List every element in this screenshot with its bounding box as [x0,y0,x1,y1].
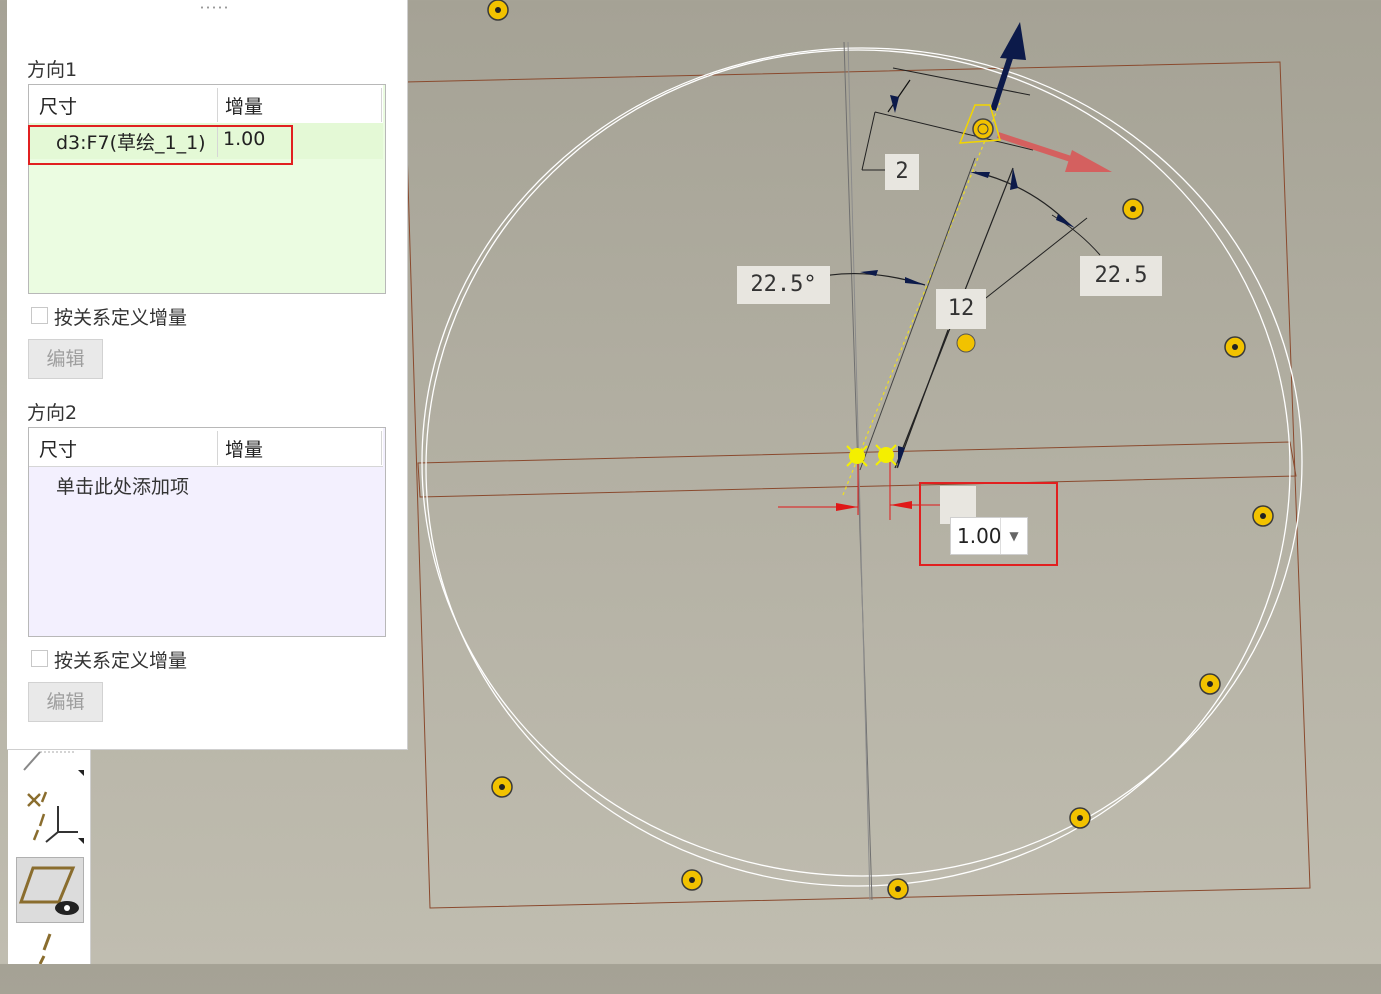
direction1-title: 方向1 [27,59,78,81]
col-increment-header[interactable]: 增量 [225,435,263,462]
axis-tool-button[interactable] [16,928,84,994]
sketch-point[interactable] [956,333,976,353]
direction2-relation-checkbox[interactable] [31,650,48,667]
col-increment-header[interactable]: 增量 [225,92,263,119]
plane-display-icon [18,866,79,915]
direction1-relation-checkbox[interactable] [31,307,48,324]
drag-arrow-vertical[interactable] [1000,22,1026,60]
csys-tool-button[interactable] [16,786,86,852]
dim-label-angle-left[interactable]: 22.5° [737,266,830,304]
direction2-relation-label[interactable]: 按关系定义增量 [54,646,187,673]
increment-input-highlight [919,482,1058,566]
dimension-row-highlight [28,125,293,165]
direction2-edit-button[interactable]: 编辑 [28,682,103,722]
drag-arrow-horizontal[interactable] [1065,150,1112,172]
direction1-table[interactable]: 尺寸 增量 d3:F7(草绘_1_1) 1.00 [28,84,386,294]
add-item-placeholder[interactable]: 单击此处添加项 [56,472,189,499]
col-dimension-header[interactable]: 尺寸 [39,92,77,119]
selected-vertex[interactable] [846,445,868,467]
csys-icon [27,791,86,846]
col-dimension-header[interactable]: 尺寸 [39,435,77,462]
direction2-table-header: 尺寸 增量 [29,428,383,467]
dim-label-length[interactable]: 12 [936,289,986,329]
left-toolbar [8,740,91,965]
direction1-edit-button[interactable]: 编辑 [28,339,103,379]
direction1-table-header: 尺寸 增量 [29,85,383,124]
panel-resize-grip[interactable] [199,6,229,9]
plane-display-toggle[interactable] [16,857,84,923]
dim-label-angle-right[interactable]: 22.5 [1080,256,1162,296]
direction2-title: 方向2 [27,402,78,424]
axis-icon [38,933,52,965]
direction2-table[interactable]: 尺寸 增量 单击此处添加项 [28,427,386,637]
dim-label-small[interactable]: 2 [885,154,919,190]
direction1-relation-label[interactable]: 按关系定义增量 [54,303,187,330]
selected-vertex[interactable] [875,444,897,466]
pattern-dimensions-panel: 方向1 尺寸 增量 d3:F7(草绘_1_1) 1.00 按关系定义增量 编辑 … [7,0,408,750]
